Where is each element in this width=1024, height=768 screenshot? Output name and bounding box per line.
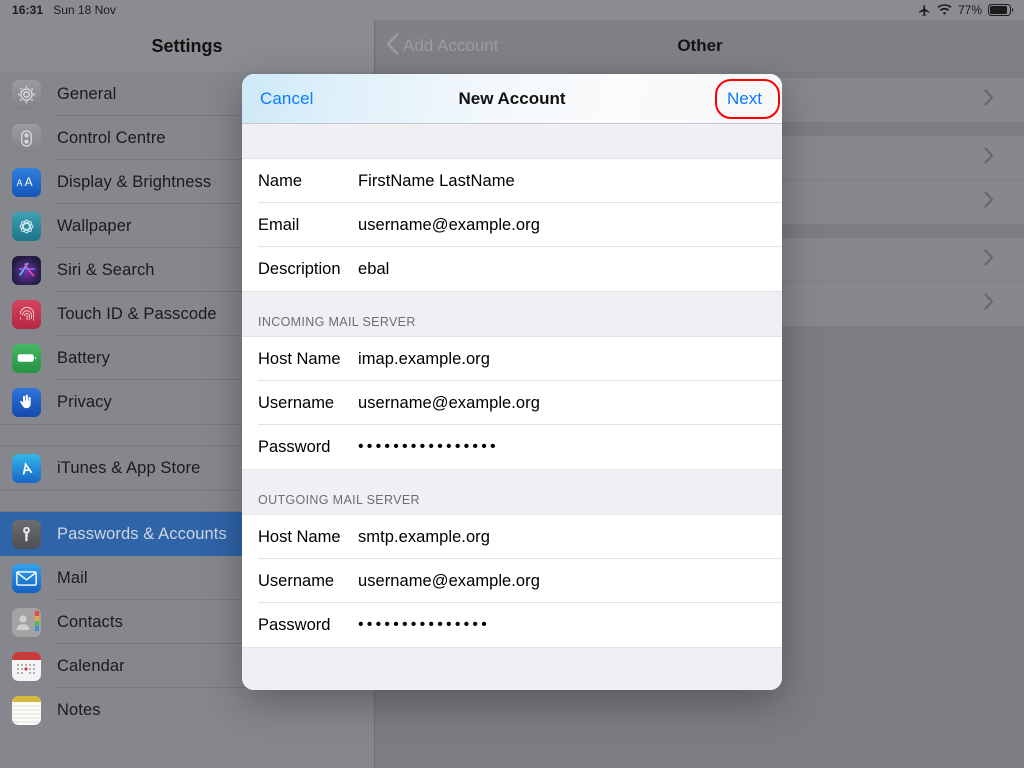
chevron-right-icon xyxy=(984,191,994,213)
hand-icon xyxy=(12,388,41,417)
email-field-value[interactable]: username@example.org xyxy=(358,216,540,235)
incoming-host-name-value[interactable]: imap.example.org xyxy=(358,350,490,369)
status-bar: 16:31 Sun 18 Nov 77% xyxy=(0,0,1024,20)
mail-icon xyxy=(12,564,41,593)
email-field-row[interactable]: Email username@example.org xyxy=(242,203,782,247)
airplane-mode-icon xyxy=(918,4,931,17)
sidebar-item-label: Battery xyxy=(57,349,110,368)
description-field-label: Description xyxy=(258,260,358,279)
calendar-icon xyxy=(12,652,41,681)
incoming-host-name-row[interactable]: Host Name imap.example.org xyxy=(242,337,782,381)
outgoing-username-value[interactable]: username@example.org xyxy=(358,572,540,591)
next-button-container: Next xyxy=(721,86,782,112)
flower-icon xyxy=(12,212,41,241)
outgoing-mail-server-header: OUTGOING MAIL SERVER xyxy=(242,470,782,514)
sidebar-item-label: iTunes & App Store xyxy=(57,459,200,478)
text-size-icon: AA xyxy=(12,168,41,197)
contacts-icon xyxy=(12,608,41,637)
svg-text:A: A xyxy=(16,178,22,188)
chevron-right-icon xyxy=(984,293,994,315)
sidebar-item-label: Control Centre xyxy=(57,129,166,148)
sidebar-item-label: Privacy xyxy=(57,393,112,412)
fingerprint-icon xyxy=(12,300,41,329)
svg-text:A: A xyxy=(24,175,32,189)
description-field-row[interactable]: Description ebal xyxy=(242,247,782,291)
name-field-value[interactable]: FirstName LastName xyxy=(358,172,515,191)
chevron-right-icon xyxy=(984,89,994,111)
battery-icon xyxy=(988,4,1014,16)
battery-icon xyxy=(12,344,41,373)
detail-page-title: Other xyxy=(376,36,1024,56)
name-field-row[interactable]: Name FirstName LastName xyxy=(242,159,782,203)
new-account-modal: Cancel New Account Next Name FirstName L… xyxy=(242,74,782,690)
outgoing-host-name-label: Host Name xyxy=(258,528,358,547)
sidebar-nav-bar: Settings xyxy=(0,20,374,72)
modal-footer-spacer xyxy=(242,648,782,690)
chevron-right-icon xyxy=(984,147,994,169)
sidebar-item-notes[interactable]: Notes xyxy=(0,688,374,732)
sidebar-item-label: Mail xyxy=(57,569,88,588)
status-bar-time: 16:31 xyxy=(12,3,43,17)
sidebar-item-label: Siri & Search xyxy=(57,261,155,280)
sidebar-item-label: Passwords & Accounts xyxy=(57,525,227,544)
sidebar-item-label: Calendar xyxy=(57,657,125,676)
incoming-password-row[interactable]: Password •••••••••••••••• xyxy=(242,425,782,469)
modal-title: New Account xyxy=(242,89,782,109)
outgoing-host-name-row[interactable]: Host Name smtp.example.org xyxy=(242,515,782,559)
status-bar-date: Sun 18 Nov xyxy=(53,3,116,17)
sidebar-item-label: Contacts xyxy=(57,613,123,632)
page-title: Settings xyxy=(151,36,222,57)
outgoing-password-row[interactable]: Password ••••••••••••••• xyxy=(242,603,782,647)
outgoing-password-value[interactable]: ••••••••••••••• xyxy=(358,617,490,633)
sidebar-item-label: Touch ID & Passcode xyxy=(57,305,217,324)
incoming-username-value[interactable]: username@example.org xyxy=(358,394,540,413)
notes-icon xyxy=(12,696,41,725)
siri-icon xyxy=(12,256,41,285)
outgoing-host-name-value[interactable]: smtp.example.org xyxy=(358,528,490,547)
chevron-right-icon xyxy=(984,249,994,271)
account-info-group: Name FirstName LastName Email username@e… xyxy=(242,158,782,292)
email-field-label: Email xyxy=(258,216,358,235)
outgoing-username-row[interactable]: Username username@example.org xyxy=(242,559,782,603)
incoming-password-label: Password xyxy=(258,438,358,457)
name-field-label: Name xyxy=(258,172,358,191)
incoming-mail-server-header: INCOMING MAIL SERVER xyxy=(242,292,782,336)
key-icon xyxy=(12,520,41,549)
outgoing-mail-server-group: Host Name smtp.example.org Username user… xyxy=(242,514,782,648)
sidebar-item-label: Notes xyxy=(57,701,101,720)
incoming-username-label: Username xyxy=(258,394,358,413)
outgoing-username-label: Username xyxy=(258,572,358,591)
gear-icon xyxy=(12,80,41,109)
incoming-username-row[interactable]: Username username@example.org xyxy=(242,381,782,425)
wifi-icon xyxy=(937,4,952,16)
sliders-icon xyxy=(12,124,41,153)
outgoing-password-label: Password xyxy=(258,616,358,635)
section-spacer xyxy=(242,124,782,158)
detail-nav-bar: Add Account Other xyxy=(376,20,1024,72)
incoming-host-name-label: Host Name xyxy=(258,350,358,369)
sidebar-item-label: Wallpaper xyxy=(57,217,132,236)
app-store-icon xyxy=(12,454,41,483)
modal-nav-bar: Cancel New Account Next xyxy=(242,74,782,124)
description-field-value[interactable]: ebal xyxy=(358,260,389,279)
next-button[interactable]: Next xyxy=(721,86,768,112)
sidebar-item-label: Display & Brightness xyxy=(57,173,211,192)
sidebar-item-label: General xyxy=(57,85,116,104)
incoming-password-value[interactable]: •••••••••••••••• xyxy=(358,439,499,455)
battery-percentage: 77% xyxy=(958,3,982,17)
incoming-mail-server-group: Host Name imap.example.org Username user… xyxy=(242,336,782,470)
